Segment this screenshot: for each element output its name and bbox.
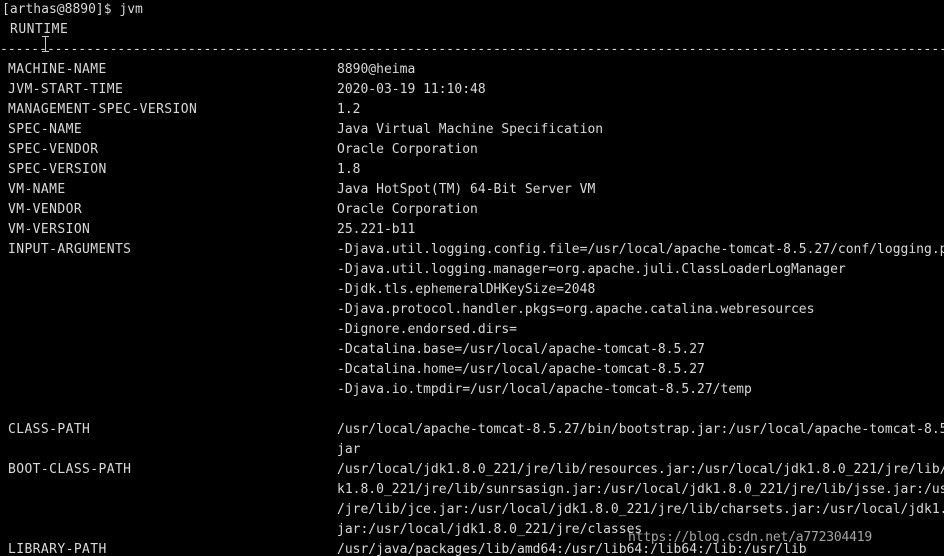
property-value: -Dcatalina.home=/usr/local/apache-tomcat… [337, 362, 705, 377]
property-value: /usr/local/jdk1.8.0_221/jre/lib/resource… [337, 462, 944, 477]
property-value: 1.2 [337, 102, 361, 117]
property-key: VM-NAME [8, 182, 66, 197]
table-row: VM-VERSION 25.221-b11 [0, 220, 944, 240]
property-value: Java Virtual Machine Specification [337, 122, 604, 137]
table-row: CLASS-PATH/usr/local/apache-tomcat-8.5.2… [0, 420, 944, 440]
table-row: jar:/usr/local/jdk1.8.0_221/jre/classes [0, 520, 944, 540]
table-row: SPEC-VERSION 1.8 [0, 160, 944, 180]
property-key: VM-VENDOR [8, 202, 83, 217]
property-value: -Djdk.tls.ephemeralDHKeySize=2048 [337, 282, 596, 297]
property-value: /usr/local/apache-tomcat-8.5.27/bin/boot… [337, 422, 944, 437]
property-value: -Djava.io.tmpdir=/usr/local/apache-tomca… [337, 382, 752, 397]
table-row: INPUT-ARGUMENTS -Djava.util.logging.confi… [0, 240, 944, 260]
property-value: jar [337, 442, 361, 457]
table-row: /jre/lib/jce.jar:/usr/local/jdk1.8.0_221… [0, 500, 944, 520]
property-key: SPEC-VERSION [8, 162, 107, 177]
property-value: -Dcatalina.base=/usr/local/apache-tomcat… [337, 342, 705, 357]
section-title-runtime: RUNTIME [10, 22, 69, 37]
table-row: JVM-START-TIME 2020-03-19 11:10:48 [0, 80, 944, 100]
table-row: jar [0, 440, 944, 460]
property-value: -Djava.util.logging.config.file=/usr/loc… [337, 242, 944, 257]
table-row: -Dcatalina.base=/usr/local/apache-tomcat… [0, 340, 944, 360]
table-row: -Dignore.endorsed.dirs= [0, 320, 944, 340]
table-row: -Djava.io.tmpdir=/usr/local/apache-tomca… [0, 380, 944, 400]
property-value: 1.8 [337, 162, 361, 177]
property-key: CLASS-PATH [8, 422, 91, 437]
property-value: /usr/java/packages/lib/amd64:/usr/lib64:… [337, 542, 807, 556]
table-row: BOOT-CLASS-PATH/usr/local/jdk1.8.0_221/j… [0, 460, 944, 480]
table-row: -Djdk.tls.ephemeralDHKeySize=2048 [0, 280, 944, 300]
table-row: VM-VENDOR Oracle Corporation [0, 200, 944, 220]
property-value: Oracle Corporation [337, 142, 478, 157]
table-row: -Dcatalina.home=/usr/local/apache-tomcat… [0, 360, 944, 380]
property-value: -Djava.protocol.handler.pkgs=org.apache.… [337, 302, 815, 317]
table-row: VM-NAME Java HotSpot(TM) 64-Bit Server VM [0, 180, 944, 200]
property-key: INPUT-ARGUMENTS [8, 242, 132, 257]
property-key: VM-VERSION [8, 222, 91, 237]
property-key: JVM-START-TIME [8, 82, 124, 97]
terminal-window[interactable]: [arthas@8890]$ jvm RUNTIME -------------… [0, 0, 944, 556]
shell-prompt-line: [arthas@8890]$ jvm [2, 2, 143, 17]
property-value: jar:/usr/local/jdk1.8.0_221/jre/classes [337, 522, 643, 537]
table-row: MANAGEMENT-SPEC-VERSION 1.2 [0, 100, 944, 120]
table-row: MACHINE-NAME 8890@heima [0, 60, 944, 80]
property-key: LIBRARY-PATH [8, 542, 107, 556]
property-value: Oracle Corporation [337, 202, 478, 217]
property-key: MACHINE-NAME [8, 62, 107, 77]
property-key: MANAGEMENT-SPEC-VERSION [8, 102, 198, 117]
section-separator: ----------------------------------------… [0, 42, 944, 57]
property-value: Java HotSpot(TM) 64-Bit Server VM [337, 182, 596, 197]
property-value: k1.8.0_221/jre/lib/sunrsasign.jar:/usr/l… [337, 482, 944, 497]
property-value: 8890@heima [337, 62, 416, 77]
property-key: BOOT-CLASS-PATH [8, 462, 132, 477]
table-row: k1.8.0_221/jre/lib/sunrsasign.jar:/usr/l… [0, 480, 944, 500]
property-value: 25.221-b11 [337, 222, 416, 237]
property-value: -Dignore.endorsed.dirs= [337, 322, 518, 337]
runtime-properties-table: MACHINE-NAME 8890@heima JVM-START-TIME 2020… [0, 60, 944, 556]
table-row: SPEC-NAME Java Virtual Machine Specificat… [0, 120, 944, 140]
table-row: -Djava.protocol.handler.pkgs=org.apache.… [0, 300, 944, 320]
table-row: -Djava.util.logging.manager=org.apache.j… [0, 260, 944, 280]
property-value: -Djava.util.logging.manager=org.apache.j… [337, 262, 846, 277]
property-value: /jre/lib/jce.jar:/usr/local/jdk1.8.0_221… [337, 502, 944, 517]
property-value: 2020-03-19 11:10:48 [337, 82, 486, 97]
property-key: SPEC-VENDOR [8, 142, 99, 157]
property-key: SPEC-NAME [8, 122, 83, 137]
table-row: LIBRARY-PATH/usr/java/packages/lib/amd64… [0, 540, 944, 556]
table-row: SPEC-VENDOR Oracle Corporation [0, 140, 944, 160]
